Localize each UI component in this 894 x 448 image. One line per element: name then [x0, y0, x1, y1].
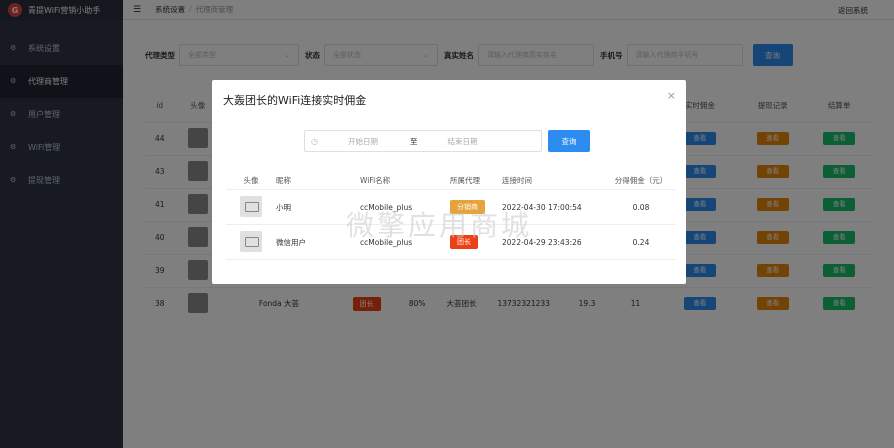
- col-header: 分得佣金（元）: [614, 176, 668, 185]
- avatar: [240, 195, 262, 217]
- col-header: 连接时间: [502, 176, 532, 185]
- range-separator: 至: [409, 136, 418, 146]
- commission-header-row: 头像 昵称 WiFi名称 所属代理 连接时间 分得佣金（元）: [226, 172, 676, 190]
- clock-icon: ◷: [311, 136, 318, 146]
- avatar: [240, 230, 262, 252]
- col-header: 头像: [243, 176, 259, 185]
- col-header: 所属代理: [450, 176, 480, 185]
- start-date-input[interactable]: 开始日期: [348, 136, 378, 147]
- watermark: 微擎应用商城: [346, 209, 533, 242]
- commission-amount: 0.24: [632, 237, 650, 247]
- close-icon[interactable]: ×: [667, 89, 676, 102]
- col-header: 昵称: [276, 176, 291, 185]
- modal-query-button[interactable]: 查询: [548, 130, 590, 152]
- modal-title: 大轰团长的WiFi连接实时佣金: [223, 94, 367, 107]
- avatar-cell: [226, 195, 276, 219]
- commission-amount: 0.08: [632, 202, 650, 212]
- col-header: WiFi名称: [360, 176, 391, 185]
- avatar-cell: [226, 230, 276, 254]
- commission-modal: 大轰团长的WiFi连接实时佣金 × ◷ 开始日期 至 结束日期 查询 头像 昵称…: [212, 80, 686, 284]
- end-date-input[interactable]: 结束日期: [447, 136, 477, 147]
- date-range-picker[interactable]: ◷ 开始日期 至 结束日期: [304, 130, 542, 152]
